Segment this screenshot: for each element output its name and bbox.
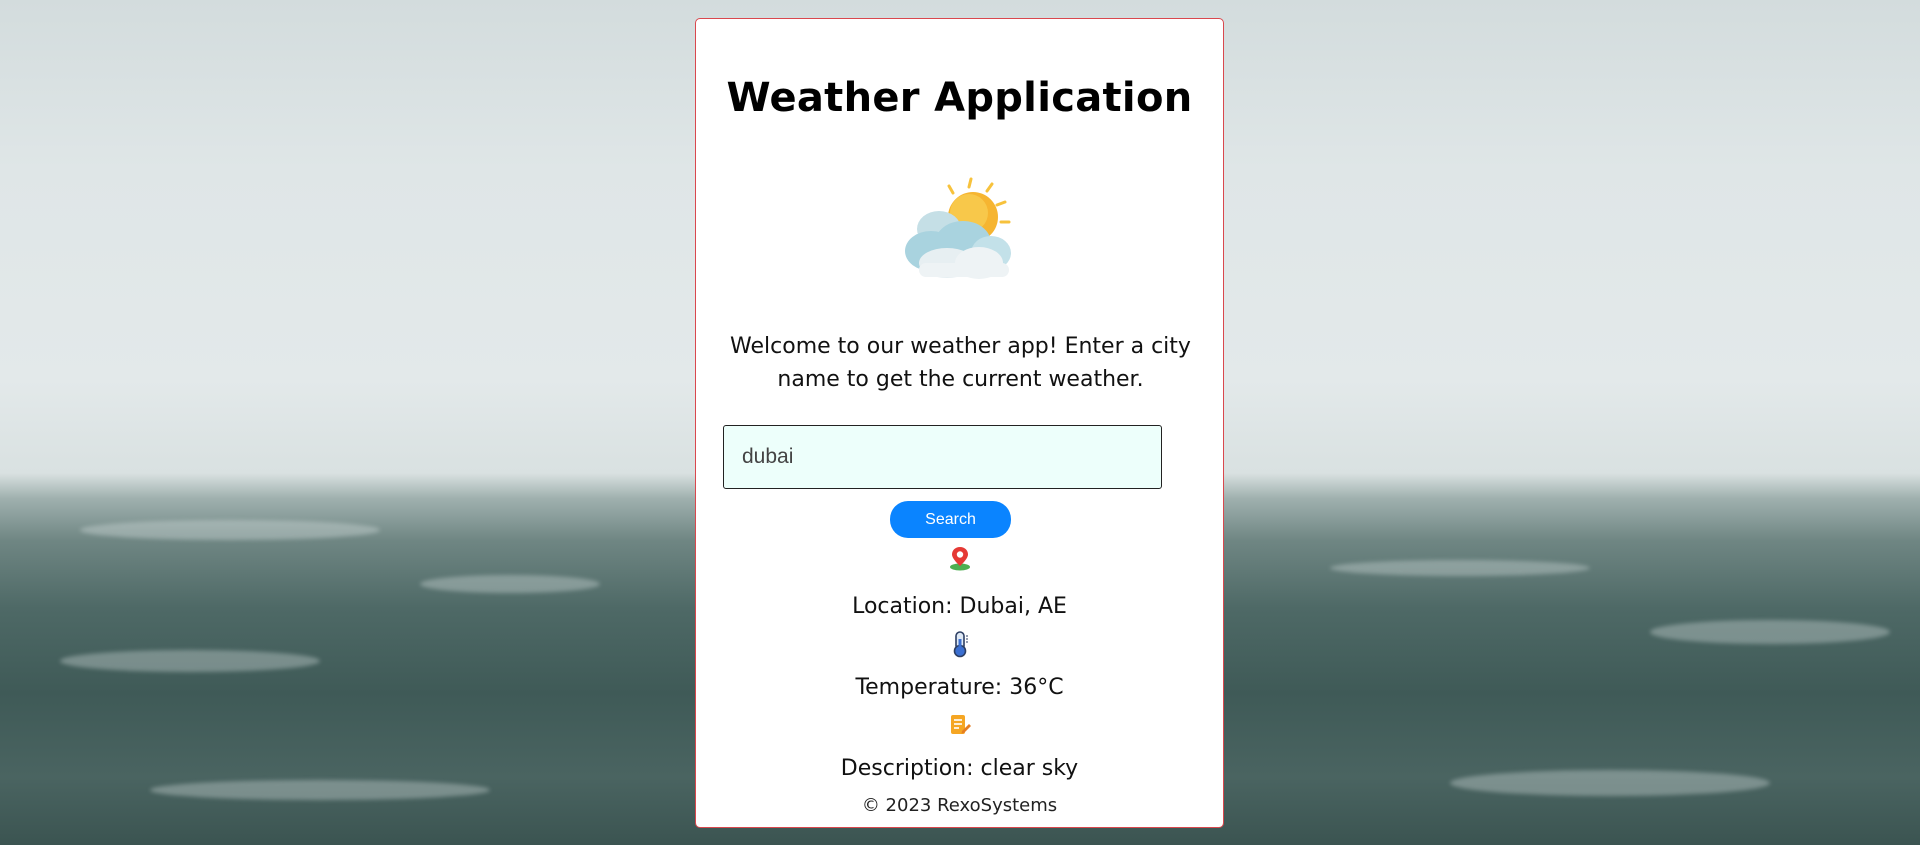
description-text: Description: clear sky <box>840 756 1079 781</box>
sun-cloud-icon <box>901 171 1021 281</box>
page-title: Weather Application <box>726 75 1193 121</box>
map-pin-icon <box>947 545 973 571</box>
footer-copyright: © 2023 RexoSystems <box>861 795 1058 816</box>
thermometer-icon <box>947 630 973 658</box>
city-search-input[interactable] <box>723 425 1162 489</box>
welcome-text: Welcome to our weather app! Enter a city… <box>730 334 1191 392</box>
location-text: Location: Dubai, AE <box>852 594 1067 619</box>
search-button[interactable]: Search <box>890 501 1011 538</box>
temperature-text: Temperature: 36°C <box>855 675 1064 700</box>
weather-card: Weather Application Welcome to our weath… <box>695 18 1224 828</box>
note-icon <box>947 712 973 738</box>
